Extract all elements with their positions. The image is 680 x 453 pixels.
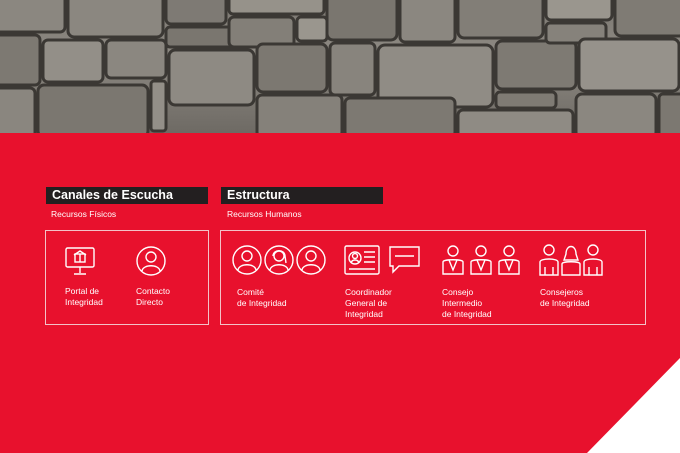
canales-title: Canales de Escucha — [46, 187, 208, 204]
id-card-and-speech-bubble-icon — [344, 245, 420, 275]
stone-wall-image — [0, 0, 680, 133]
consejeros-integridad-label: Consejeros de Integridad — [540, 287, 590, 308]
portal-integridad-label: Portal de Integridad — [65, 286, 103, 307]
contacto-directo-label: Contacto Directo — [136, 286, 171, 307]
monitor-icon — [65, 247, 95, 275]
estructura-subtitle: Recursos Humanos — [227, 209, 302, 219]
comite-integridad-label: Comité de Integridad — [237, 287, 287, 308]
three-people-suits-icon — [442, 245, 520, 275]
estructura-title: Estructura — [221, 187, 383, 204]
coordinador-general-label: Coordinador General de Integridad — [345, 287, 392, 319]
consejo-intermedio-label: Consejo Intermedio de Integridad — [442, 287, 492, 319]
canales-subtitle: Recursos Físicos — [51, 209, 117, 219]
three-people-icon — [539, 244, 603, 276]
three-people-circles-icon — [232, 245, 326, 275]
person-circle-icon — [136, 246, 166, 276]
